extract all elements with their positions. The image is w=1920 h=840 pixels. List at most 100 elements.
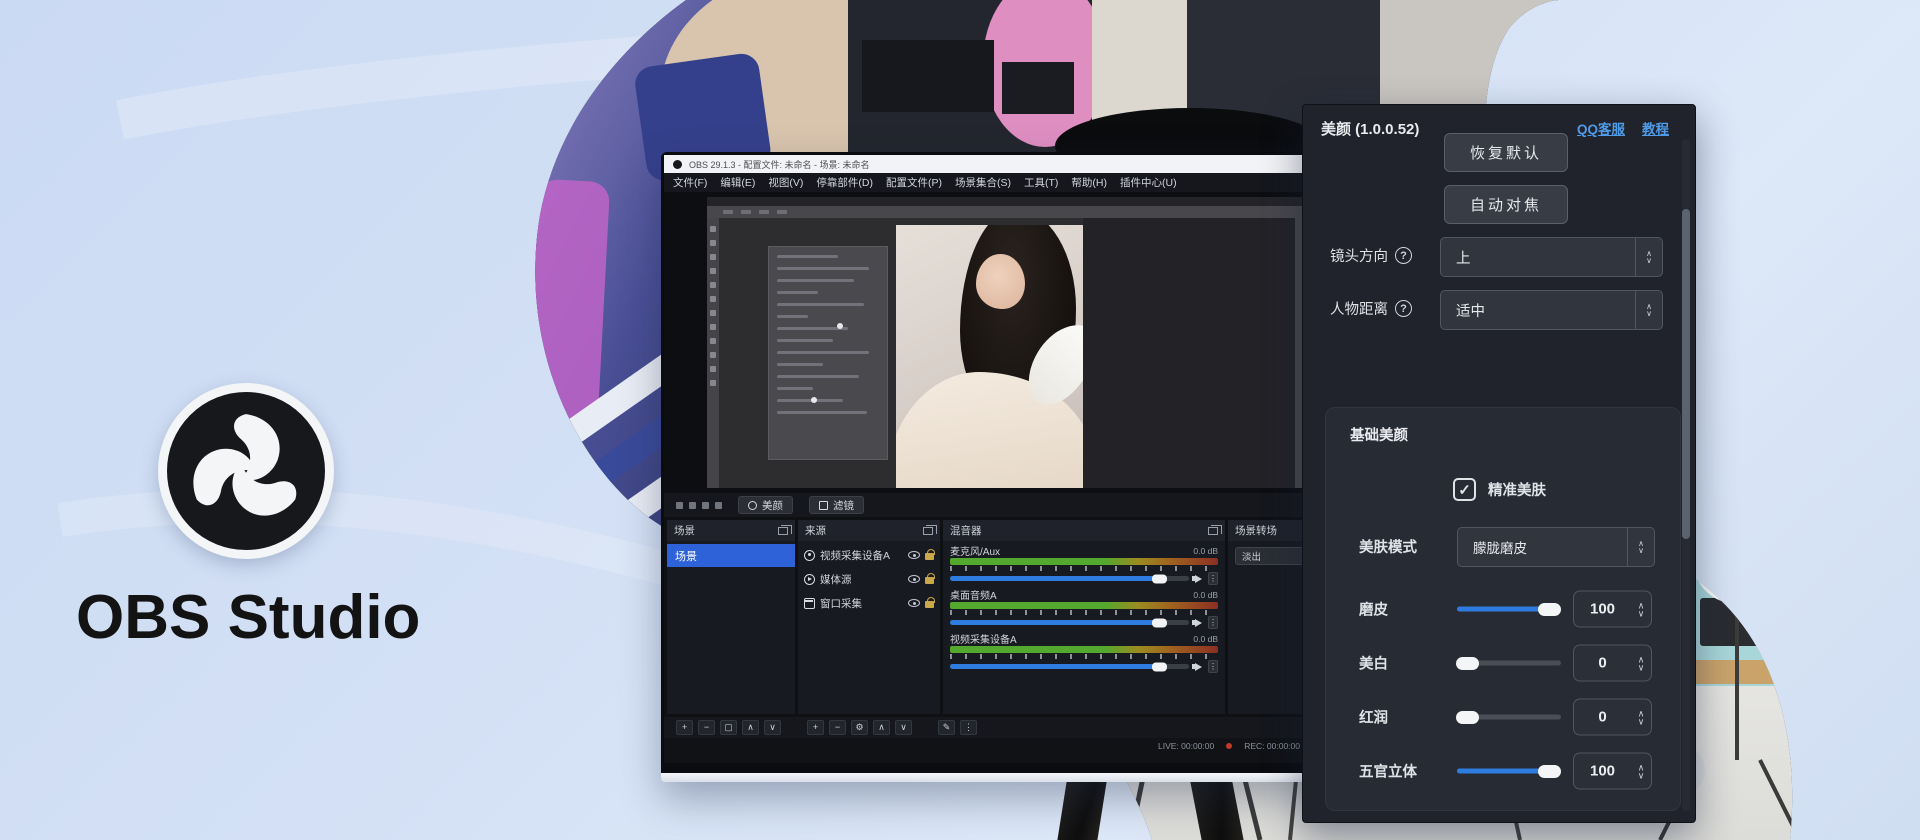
lock-icon[interactable] bbox=[925, 601, 934, 608]
slider-handle[interactable] bbox=[1538, 765, 1561, 778]
record-dot-icon bbox=[1226, 743, 1232, 749]
spinner-icon[interactable]: ∧∨ bbox=[1635, 238, 1662, 276]
menu-item-file[interactable]: 文件(F) bbox=[673, 175, 707, 190]
help-icon[interactable]: ? bbox=[1395, 247, 1412, 264]
monitor: OBS 29.1.3 - 配置文件: 未命名 - 场景: 未命名 文件(F) 编… bbox=[661, 152, 1329, 781]
obs-status-bar: LIVE: 00:00:00 REC: 00:00:00 bbox=[664, 738, 1326, 754]
scene-down-button[interactable]: ∨ bbox=[764, 720, 781, 735]
obs-dock-row: 美颜 滤镜 bbox=[664, 493, 1326, 517]
volume-slider[interactable] bbox=[950, 576, 1189, 581]
obs-bottom-toolbar: + − ▢ ∧ ∨ + − ⚙ ∧ ∨ ✎ ⋮ bbox=[664, 717, 1326, 738]
slider-handle[interactable] bbox=[1538, 603, 1561, 616]
spinner-icon[interactable]: ∧∨ bbox=[1635, 291, 1662, 329]
volume-slider[interactable] bbox=[950, 620, 1189, 625]
menu-item-tools[interactable]: 工具(T) bbox=[1024, 175, 1058, 190]
lock-icon[interactable] bbox=[925, 553, 934, 560]
speaker-icon[interactable] bbox=[1195, 575, 1202, 583]
channel-options-button[interactable]: ⋮ bbox=[1208, 572, 1218, 585]
obs-titlebar-logo-icon bbox=[673, 160, 682, 169]
volume-handle[interactable] bbox=[1152, 618, 1167, 627]
dock-indicator-icon bbox=[689, 502, 696, 509]
restore-defaults-button[interactable]: 恢复默认 bbox=[1444, 133, 1568, 172]
rosy-value-box[interactable]: 0 ∧∨ bbox=[1573, 699, 1652, 736]
video-capture-icon bbox=[804, 550, 815, 561]
help-icon[interactable]: ? bbox=[1395, 300, 1412, 317]
visibility-eye-icon[interactable] bbox=[908, 575, 920, 583]
channel-options-button[interactable]: ⋮ bbox=[1208, 616, 1218, 629]
popout-icon[interactable] bbox=[923, 527, 933, 535]
spinner-icon[interactable]: ∧∨ bbox=[1627, 528, 1654, 566]
speaker-icon[interactable] bbox=[1195, 663, 1202, 671]
facial-depth-value-box[interactable]: 100 ∧∨ bbox=[1573, 753, 1652, 790]
speaker-icon[interactable] bbox=[1195, 619, 1202, 627]
obs-dock-panels: 场景 场景 来源 视频采集设备A 媒体源 bbox=[664, 517, 1326, 717]
slider-row-smoothing: 磨皮 100 ∧∨ bbox=[1326, 589, 1682, 629]
volume-handle[interactable] bbox=[1152, 662, 1167, 671]
source-row[interactable]: 窗口采集 bbox=[798, 591, 940, 615]
remove-scene-button[interactable]: − bbox=[698, 720, 715, 735]
mixer-channel: 桌面音频A 0.0 dB ⋮ bbox=[943, 585, 1225, 629]
visibility-eye-icon[interactable] bbox=[908, 551, 920, 559]
source-down-button[interactable]: ∨ bbox=[895, 720, 912, 735]
person-distance-label: 人物距离 bbox=[1330, 298, 1388, 319]
whitening-value-box[interactable]: 0 ∧∨ bbox=[1573, 645, 1652, 682]
window-capture-icon bbox=[804, 598, 815, 609]
camera-direction-select[interactable]: 上 ∧∨ bbox=[1440, 237, 1663, 277]
add-scene-button[interactable]: + bbox=[676, 720, 693, 735]
spinner-icon[interactable]: ∧∨ bbox=[1631, 709, 1651, 725]
popout-icon[interactable] bbox=[778, 527, 788, 535]
popout-icon[interactable] bbox=[1208, 527, 1218, 535]
scene-up-button[interactable]: ∧ bbox=[742, 720, 759, 735]
channel-options-button[interactable]: ⋮ bbox=[1208, 660, 1218, 673]
filter-icon bbox=[819, 501, 828, 510]
menu-item-help[interactable]: 帮助(H) bbox=[1071, 175, 1107, 190]
slider-row-facial-depth: 五官立体 100 ∧∨ bbox=[1326, 751, 1682, 791]
tutorial-link[interactable]: 教程 bbox=[1642, 118, 1669, 138]
scene-item-selected[interactable]: 场景 bbox=[667, 544, 795, 567]
qq-support-link[interactable]: QQ客服 bbox=[1577, 118, 1625, 138]
photoshop-workspace-right bbox=[1083, 218, 1319, 488]
menu-item-view[interactable]: 视图(V) bbox=[768, 175, 803, 190]
dock-pill-beauty[interactable]: 美颜 bbox=[738, 496, 793, 514]
menu-item-docks[interactable]: 停靠部件(D) bbox=[816, 175, 873, 190]
visibility-eye-icon[interactable] bbox=[908, 599, 920, 607]
scene-filters-button[interactable]: ▢ bbox=[720, 720, 737, 735]
source-row[interactable]: 媒体源 bbox=[798, 567, 940, 591]
source-up-button[interactable]: ∧ bbox=[873, 720, 890, 735]
obs-preview-area bbox=[664, 192, 1326, 493]
smoothing-value-box[interactable]: 100 ∧∨ bbox=[1573, 591, 1652, 628]
scrollbar-thumb[interactable] bbox=[1682, 209, 1690, 539]
facial-depth-slider[interactable] bbox=[1457, 769, 1561, 774]
smoothing-slider[interactable] bbox=[1457, 607, 1561, 612]
spinner-icon[interactable]: ∧∨ bbox=[1631, 763, 1651, 779]
basic-beauty-section: 基础美颜 ✓ 精准美肤 美肤模式 朦胧磨皮 ∧∨ 磨皮 100 bbox=[1325, 407, 1681, 811]
source-row[interactable]: 视频采集设备A bbox=[798, 543, 940, 567]
menu-item-profile[interactable]: 配置文件(P) bbox=[886, 175, 942, 190]
dock-indicator-icon bbox=[702, 502, 709, 509]
slider-handle[interactable] bbox=[1456, 657, 1479, 670]
lock-icon[interactable] bbox=[925, 577, 934, 584]
whitening-slider[interactable] bbox=[1457, 661, 1561, 666]
spinner-icon[interactable]: ∧∨ bbox=[1631, 655, 1651, 671]
precise-skin-checkbox-row[interactable]: ✓ 精准美肤 bbox=[1453, 478, 1546, 501]
edit-button[interactable]: ✎ bbox=[938, 720, 955, 735]
add-source-button[interactable]: + bbox=[807, 720, 824, 735]
checkbox-icon[interactable]: ✓ bbox=[1453, 478, 1476, 501]
menu-item-plugin-center[interactable]: 插件中心(U) bbox=[1120, 175, 1177, 190]
source-properties-button[interactable]: ⚙ bbox=[851, 720, 868, 735]
monitor-chin bbox=[661, 773, 1329, 782]
dock-pill-filters[interactable]: 滤镜 bbox=[809, 496, 864, 514]
rosy-slider[interactable] bbox=[1457, 715, 1561, 720]
volume-handle[interactable] bbox=[1152, 574, 1167, 583]
menu-item-edit[interactable]: 编辑(E) bbox=[720, 175, 755, 190]
menu-item-scene-collection[interactable]: 场景集合(S) bbox=[955, 175, 1011, 190]
auto-focus-button[interactable]: 自动对焦 bbox=[1444, 185, 1568, 224]
precise-skin-label: 精准美肤 bbox=[1488, 479, 1546, 500]
skin-mode-select[interactable]: 朦胧磨皮 ∧∨ bbox=[1457, 527, 1655, 567]
volume-slider[interactable] bbox=[950, 664, 1189, 669]
person-distance-select[interactable]: 适中 ∧∨ bbox=[1440, 290, 1663, 330]
slider-handle[interactable] bbox=[1456, 711, 1479, 724]
remove-source-button[interactable]: − bbox=[829, 720, 846, 735]
spinner-icon[interactable]: ∧∨ bbox=[1631, 601, 1651, 617]
more-options-button[interactable]: ⋮ bbox=[960, 720, 977, 735]
